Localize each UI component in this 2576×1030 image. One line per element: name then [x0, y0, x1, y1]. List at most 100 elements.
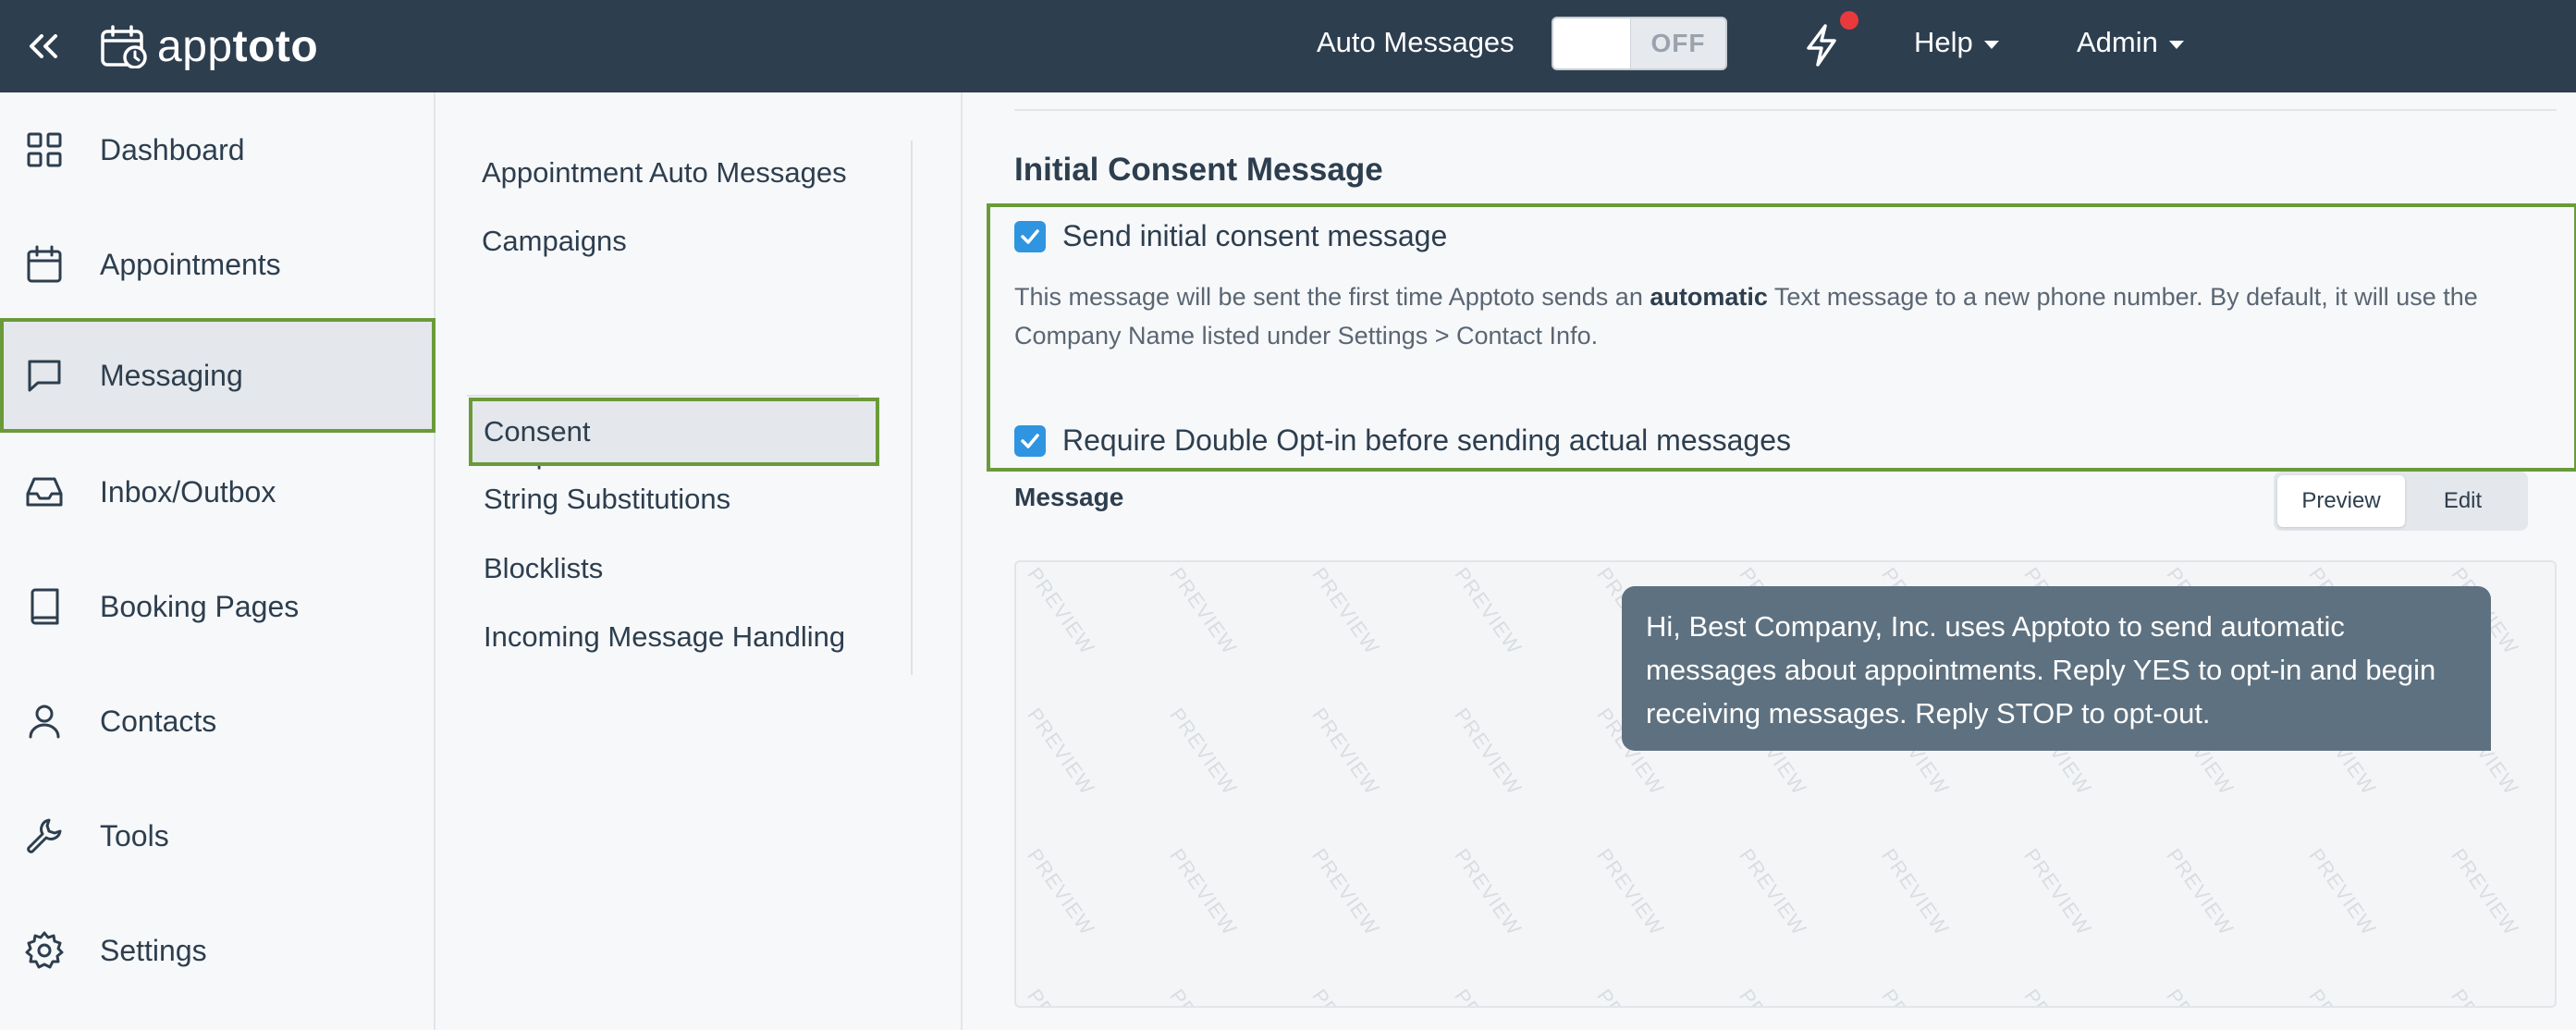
sidebar: Dashboard Appointments Messaging Inbox/O…: [0, 92, 435, 1030]
double-optin-label: Require Double Opt-in before sending act…: [1062, 423, 1792, 457]
sidebar-item-settings[interactable]: Settings: [0, 893, 435, 1008]
preview-watermark: PREVIEW: [1877, 844, 1954, 940]
preview-watermark: PREVIEW: [2162, 844, 2239, 940]
user-icon: [24, 701, 65, 742]
preview-edit-tabs: Preview Edit: [2274, 472, 2528, 531]
gear-icon: [24, 930, 65, 971]
preview-watermark: PREVIEW: [1306, 985, 1384, 1006]
preview-watermark: PREVIEW: [1449, 985, 1527, 1006]
help-menu[interactable]: Help: [1914, 26, 1999, 59]
wrench-icon: [24, 815, 65, 856]
caret-down-icon: [1983, 40, 1999, 49]
sidebar-item-inbox-outbox[interactable]: Inbox/Outbox: [0, 435, 435, 549]
send-initial-consent-label: Send initial consent message: [1062, 219, 1448, 252]
sidebar-item-label: Contacts: [100, 704, 217, 738]
subnav-item-string-substitutions[interactable]: String Substitutions: [469, 465, 889, 533]
sidebar-item-label: Appointments: [100, 247, 281, 281]
preview-watermark: PREVIEW: [2446, 985, 2523, 1006]
book-icon: [24, 586, 65, 627]
preview-watermark: PREVIEW: [2447, 844, 2523, 940]
subnav-divider: [467, 395, 859, 397]
toggle-knob: [1553, 18, 1631, 68]
sidebar-item-tools[interactable]: Tools: [0, 779, 435, 893]
checkmark-icon: [1021, 228, 1039, 244]
top-divider: [1014, 109, 2557, 111]
preview-watermark: PREVIEW: [1165, 563, 1242, 659]
preview-message-bubble: Hi, Best Company, Inc. uses Apptoto to s…: [1622, 586, 2491, 751]
sidebar-item-label: Tools: [100, 818, 169, 852]
sidebar-item-contacts[interactable]: Contacts: [0, 664, 435, 779]
sidebar-item-label: Inbox/Outbox: [100, 474, 276, 509]
toggle-state-label: OFF: [1650, 29, 1706, 57]
preview-watermark: PREVIEW: [1165, 844, 1242, 940]
sidebar-item-dashboard[interactable]: Dashboard: [0, 92, 435, 207]
auto-messages-label: Auto Messages: [1317, 26, 1515, 58]
caret-down-icon: [2168, 40, 2184, 49]
subnav-item-campaigns[interactable]: Campaigns: [467, 207, 887, 276]
preview-watermark: PREVIEW: [1734, 985, 1811, 1006]
double-optin-checkbox-row[interactable]: Require Double Opt-in before sending act…: [1014, 423, 1791, 458]
help-menu-label: Help: [1914, 26, 1973, 58]
admin-menu-label: Admin: [2077, 26, 2158, 58]
preview-watermark: PREVIEW: [1735, 844, 1811, 940]
dashboard-icon: [24, 129, 65, 170]
sidebar-item-label: Settings: [100, 933, 207, 967]
preview-watermark: PREVIEW: [1450, 563, 1527, 659]
calendar-clock-icon: [101, 25, 147, 68]
calendar-icon: [24, 244, 65, 285]
checkmark-icon: [1021, 433, 1039, 448]
preview-watermark: PREVIEW: [2018, 985, 2096, 1006]
notification-dot: [1840, 11, 1858, 30]
preview-watermark: PREVIEW: [1023, 563, 1099, 659]
subnav-item-incoming-message-handling[interactable]: Incoming Message Handling: [469, 603, 889, 671]
sidebar-item-messaging[interactable]: Messaging: [0, 318, 435, 433]
preview-watermark: PREVIEW: [1164, 985, 1242, 1006]
sidebar-item-booking-pages[interactable]: Booking Pages: [0, 549, 435, 664]
activity-bolt-button[interactable]: [1799, 20, 1844, 70]
collapse-sidebar-button[interactable]: [24, 24, 63, 68]
preview-watermark: PREVIEW: [1022, 985, 1099, 1006]
apptoto-logo[interactable]: apptoto: [100, 18, 318, 74]
subnav-item-appointment-auto-messages[interactable]: Appointment Auto Messages: [467, 139, 887, 207]
tab-preview[interactable]: Preview: [2277, 475, 2405, 527]
preview-watermark: PREVIEW: [1023, 844, 1099, 940]
logo-text: apptoto: [157, 21, 319, 71]
preview-watermark: PREVIEW: [1450, 704, 1527, 800]
subnav-item-consent[interactable]: Consent: [469, 398, 879, 466]
preview-watermark: PREVIEW: [1023, 704, 1099, 800]
message-label: Message: [1014, 483, 1124, 511]
message-icon: [24, 355, 65, 396]
preview-watermark: PREVIEW: [2161, 985, 2239, 1006]
preview-watermark: PREVIEW: [1307, 844, 1384, 940]
preview-watermark: PREVIEW: [1591, 985, 1669, 1006]
preview-watermark: PREVIEW: [1592, 844, 1669, 940]
preview-watermark: PREVIEW: [2304, 844, 2381, 940]
tab-edit[interactable]: Edit: [2405, 475, 2521, 527]
admin-menu[interactable]: Admin: [2077, 26, 2184, 59]
subnav-vertical-divider: [911, 141, 913, 675]
message-preview-area: PREVIEW PREVIEW PREVIEW PREVIEW PREVIEW PREVI…: [1014, 560, 2557, 1008]
inbox-icon: [24, 472, 65, 512]
double-chevron-left-icon: [30, 34, 57, 58]
main-content: Initial Consent Message Send initial con…: [964, 92, 2576, 1030]
preview-watermark: PREVIEW: [1876, 985, 1954, 1006]
send-initial-consent-checkbox[interactable]: [1014, 220, 1046, 252]
sidebar-item-appointments[interactable]: Appointments: [0, 207, 435, 322]
preview-watermark: PREVIEW: [2303, 985, 2381, 1006]
sidebar-item-label: Messaging: [100, 358, 243, 392]
top-bar: apptoto Auto Messages OFF Help Admin: [0, 0, 2576, 92]
double-optin-checkbox[interactable]: [1014, 424, 1046, 457]
sidebar-item-label: Dashboard: [100, 132, 245, 166]
preview-watermark: PREVIEW: [2019, 844, 2096, 940]
preview-watermark: PREVIEW: [1307, 704, 1384, 800]
send-initial-consent-checkbox-row[interactable]: Send initial consent message: [1014, 219, 1447, 253]
consent-help-text: This message will be sent the first time…: [1014, 283, 2478, 349]
preview-watermark: PREVIEW: [1307, 563, 1384, 659]
preview-watermark: PREVIEW: [1450, 844, 1527, 940]
auto-messages-toggle[interactable]: OFF: [1552, 17, 1727, 70]
lightning-bolt-icon: [1807, 24, 1836, 67]
preview-watermark: PREVIEW: [1165, 704, 1242, 800]
sidebar-item-label: Booking Pages: [100, 589, 300, 623]
subnav-item-blocklists[interactable]: Blocklists: [469, 534, 889, 603]
section-title: Initial Consent Message: [1014, 152, 1383, 188]
